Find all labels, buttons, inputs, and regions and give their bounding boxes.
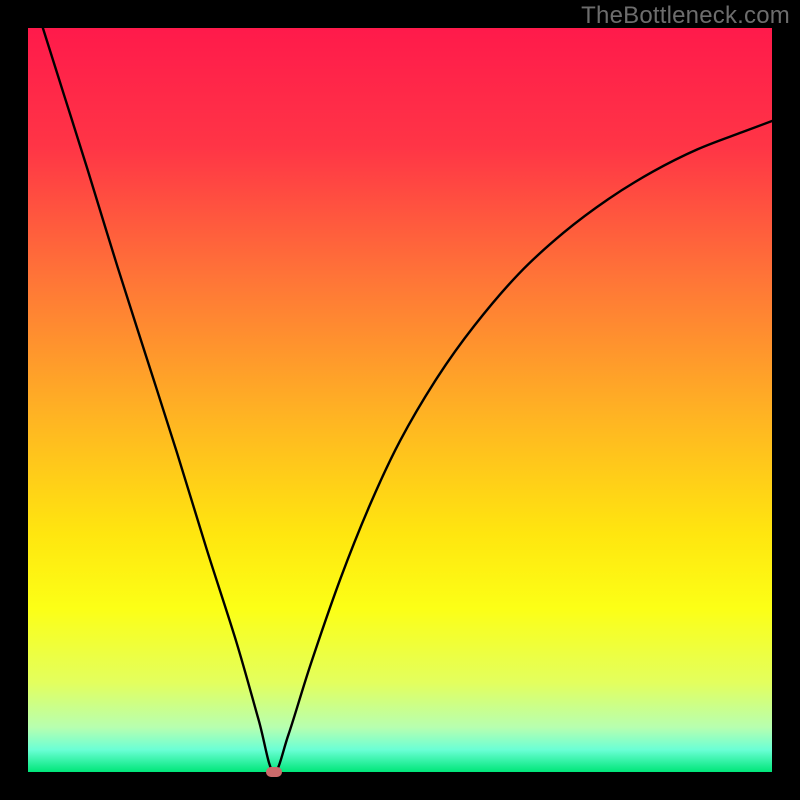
minimum-marker: [266, 767, 282, 777]
watermark-text: TheBottleneck.com: [581, 2, 790, 30]
chart-frame: TheBottleneck.com: [0, 0, 800, 800]
bottleneck-curve: [28, 28, 772, 772]
